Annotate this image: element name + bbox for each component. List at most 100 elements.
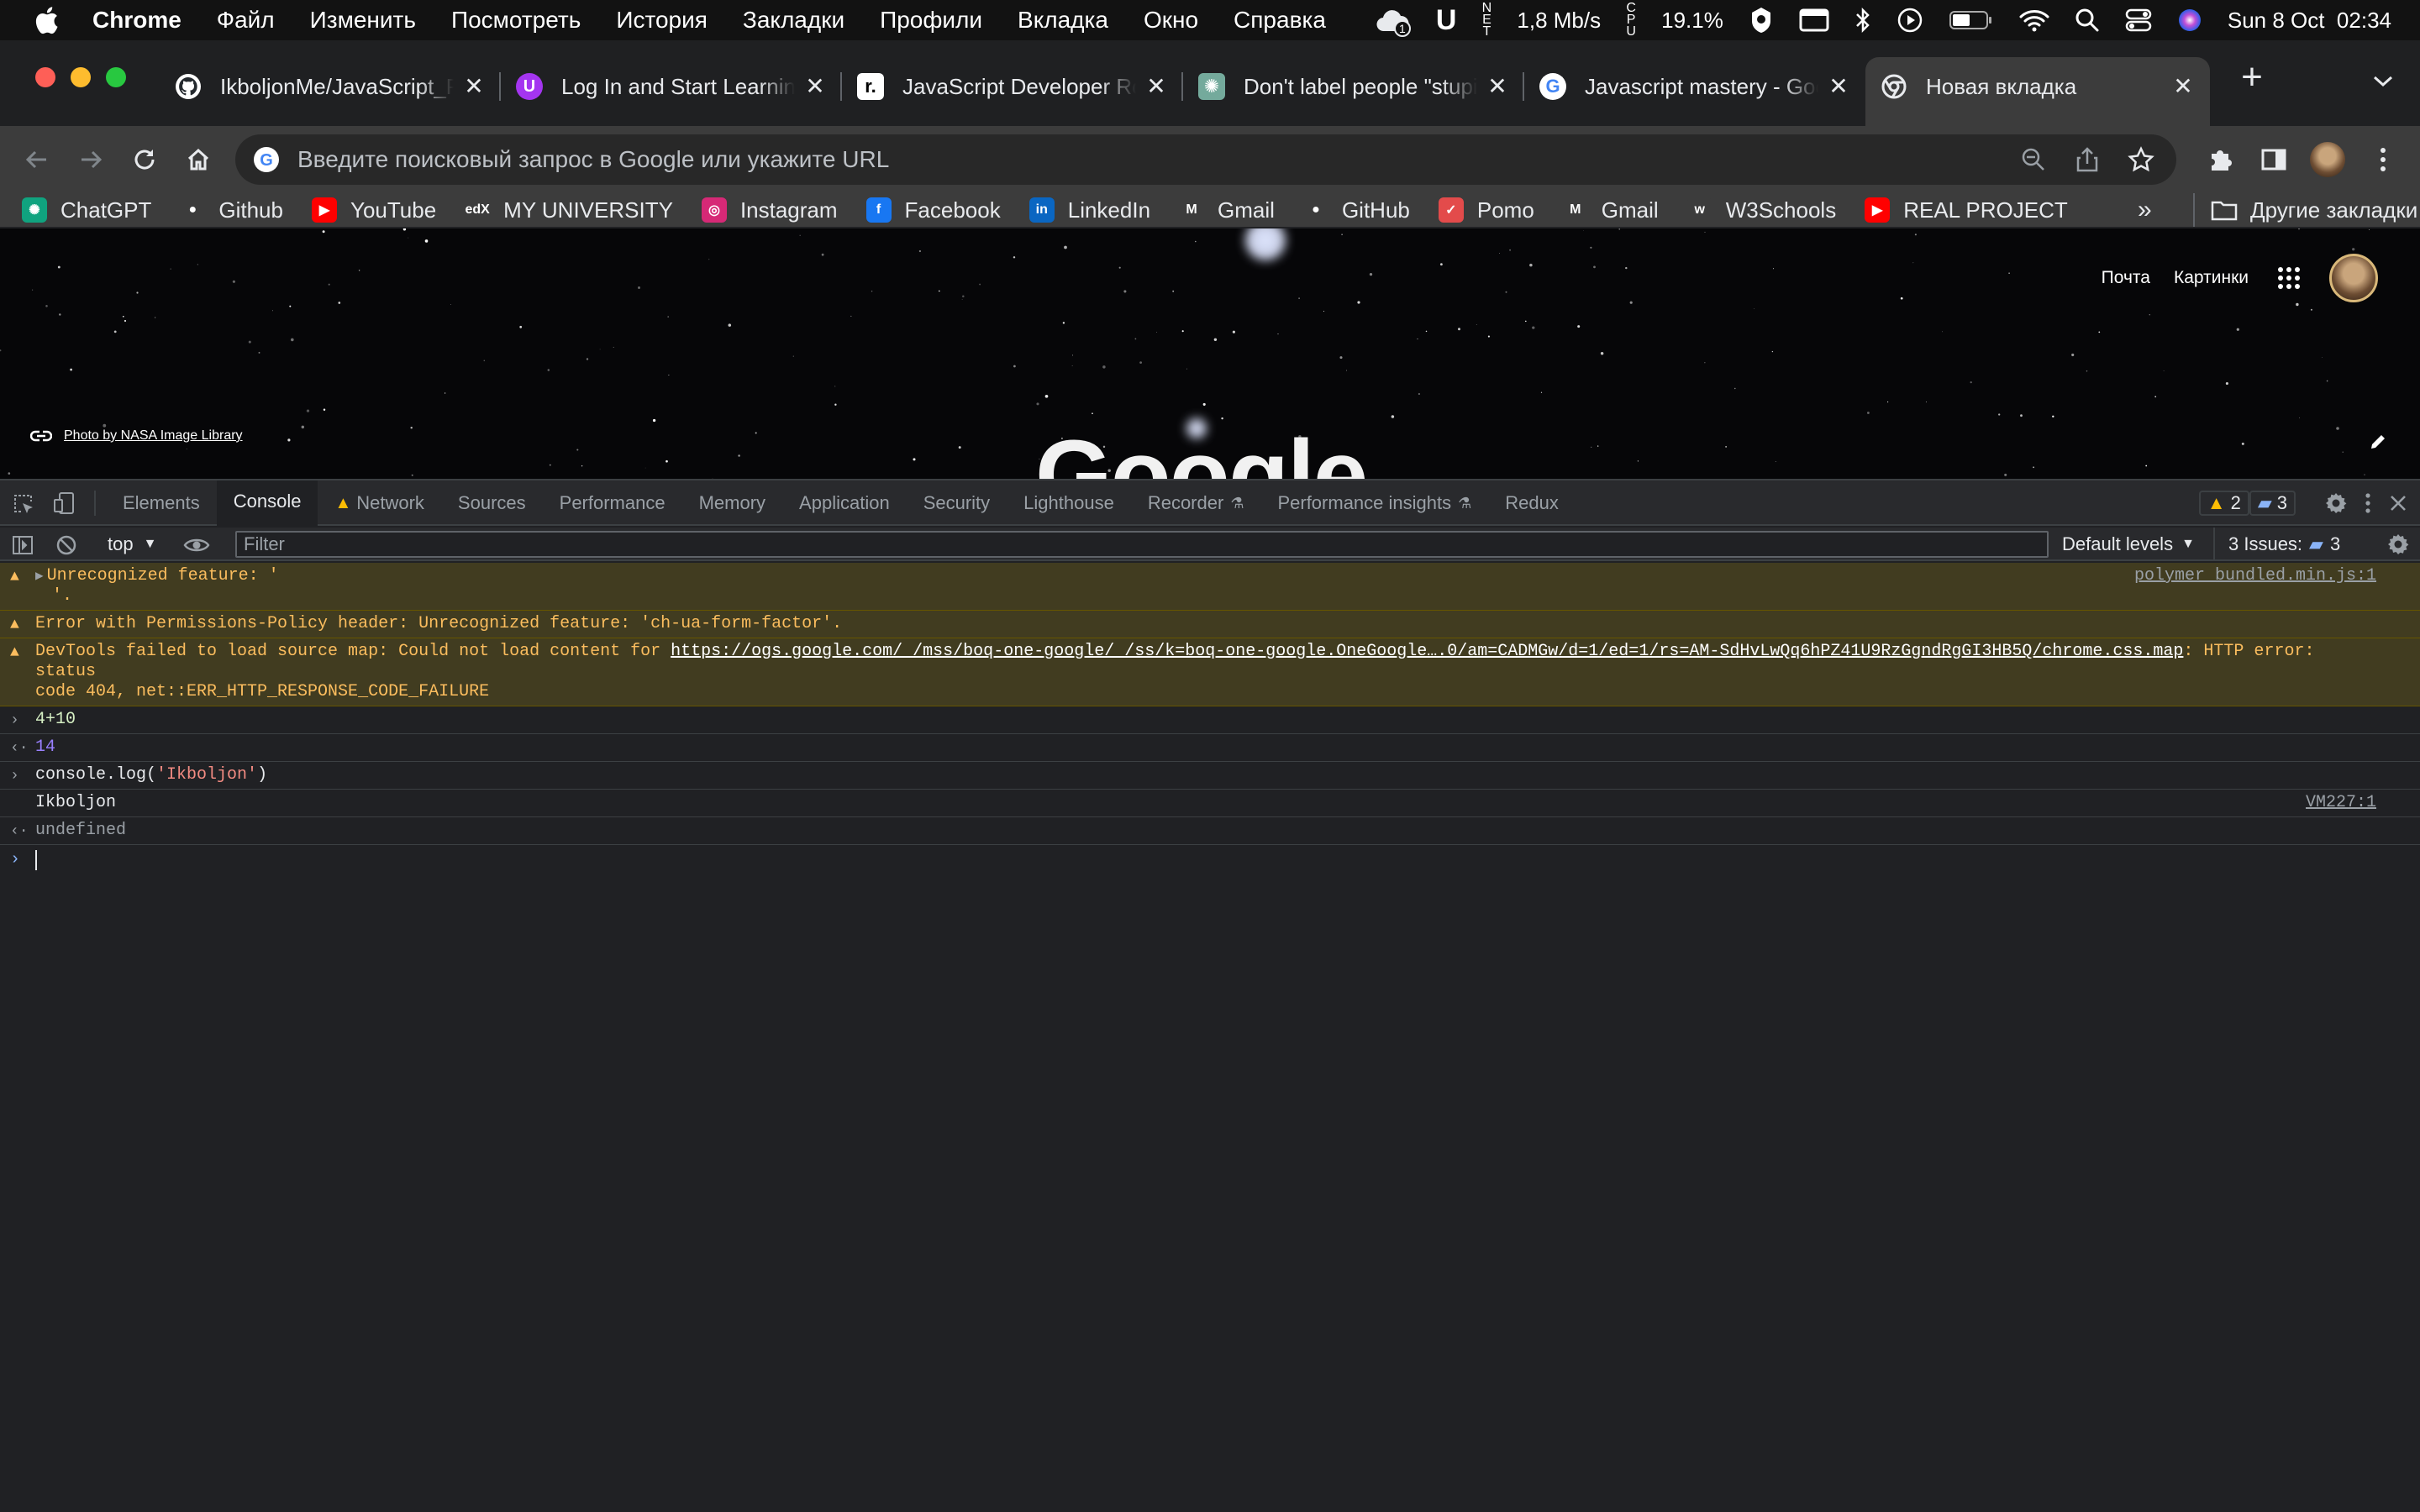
notification-cloud-icon[interactable]: 1 [1374, 3, 1411, 37]
expand-arrow-icon[interactable]: ▶ [35, 569, 44, 584]
udemy-icon[interactable]: U [1436, 4, 1457, 37]
devtools-tab-security[interactable]: Security [907, 480, 1007, 526]
tab-google-search[interactable]: G Javascript mastery - Goo ✕ [1524, 57, 1865, 116]
devtools-tab-console[interactable]: Console [216, 480, 318, 526]
omnibox[interactable]: G [235, 134, 2176, 185]
menu-help[interactable]: Справка [1234, 7, 1326, 34]
tab-new-tab[interactable]: Новая вкладка ✕ [1865, 57, 2210, 126]
live-expression-eye-icon[interactable] [183, 534, 210, 556]
bookmark-item[interactable]: edX MY UNIVERSITY [465, 197, 673, 223]
menu-window[interactable]: Окно [1144, 7, 1198, 34]
bookmark-item[interactable]: ✓ Pomo [1438, 197, 1534, 223]
control-center-icon[interactable] [2125, 8, 2152, 33]
console-sidebar-icon[interactable] [12, 534, 34, 556]
log-levels-dropdown[interactable]: Default levels ▼ [2062, 528, 2195, 561]
console-filter-input[interactable] [244, 533, 2047, 555]
gmail-link[interactable]: Почта [2102, 268, 2150, 288]
device-toolbar-icon[interactable] [52, 491, 77, 516]
share-icon[interactable] [2069, 141, 2106, 178]
battery-icon[interactable] [1949, 9, 1994, 31]
devtools-tab-redux[interactable]: Redux [1488, 480, 1576, 526]
chrome-menu-icon[interactable] [2365, 141, 2402, 178]
menu-view[interactable]: Посмотреть [451, 7, 581, 34]
menu-tab[interactable]: Вкладка [1018, 7, 1108, 34]
play-circle-icon[interactable] [1897, 7, 1923, 34]
close-tab-icon[interactable]: ✕ [462, 75, 486, 98]
devtools-tab-application[interactable]: Application [782, 480, 907, 526]
close-tab-icon[interactable]: ✕ [1144, 75, 1168, 98]
messages-badge[interactable]: ▰ 3 [2249, 491, 2296, 516]
devtools-tab-performance-insights[interactable]: Performance insights ⚗ [1260, 480, 1488, 526]
close-window-button[interactable] [35, 67, 55, 87]
bluetooth-icon[interactable] [1854, 7, 1871, 34]
devtools-tab-recorder[interactable]: Recorder ⚗ [1131, 480, 1261, 526]
back-arrow-icon[interactable] [18, 141, 55, 178]
devtools-tab-lighthouse[interactable]: Lighthouse [1007, 480, 1131, 526]
customize-pencil-icon[interactable] [2366, 430, 2390, 454]
zoom-out-icon[interactable] [2015, 141, 2052, 178]
address-input[interactable] [297, 146, 2015, 173]
tab-github[interactable]: IkboljonMe/JavaScript_P ✕ [160, 57, 501, 116]
menu-profiles[interactable]: Профили [880, 7, 982, 34]
siri-icon[interactable] [2177, 8, 2202, 33]
bookmark-item[interactable]: ▶ REAL PROJECT [1865, 197, 2068, 223]
google-account-avatar[interactable] [2329, 254, 2378, 302]
zoom-window-button[interactable] [106, 67, 126, 87]
bookmark-item[interactable]: M Gmail [1562, 197, 1659, 223]
close-tab-icon[interactable]: ✕ [803, 75, 827, 98]
apple-icon[interactable] [32, 3, 60, 37]
context-selector[interactable]: top ▼ [108, 528, 156, 561]
console-filter[interactable] [235, 531, 2049, 558]
tab-chatgpt[interactable]: ✺ Don't label people "stupi ✕ [1183, 57, 1524, 116]
devtools-more-icon[interactable] [2365, 492, 2371, 514]
menu-file[interactable]: Файл [217, 7, 275, 34]
inspect-element-icon[interactable] [12, 492, 35, 516]
devtools-tab-sources[interactable]: Sources [441, 480, 543, 526]
extensions-puzzle-icon[interactable] [2202, 141, 2238, 178]
source-link[interactable]: polymer_bundled.min.js:1 [2134, 566, 2376, 586]
menubar-app-icon[interactable] [1799, 8, 1829, 32]
reload-icon[interactable] [126, 141, 163, 178]
clock[interactable]: Sun 8 Oct 02:34 [2228, 8, 2391, 34]
close-devtools-icon[interactable] [2388, 493, 2408, 513]
tab-search-chevron-icon[interactable] [2368, 66, 2398, 96]
vpn-icon[interactable] [1749, 6, 1774, 34]
close-tab-icon[interactable]: ✕ [1827, 75, 1850, 98]
devtools-tab-memory[interactable]: Memory [682, 480, 782, 526]
bookmark-item[interactable]: w W3Schools [1686, 197, 1836, 223]
other-bookmarks-folder[interactable]: Другие закладки [2193, 193, 2417, 227]
images-link[interactable]: Картинки [2174, 268, 2249, 288]
clear-console-icon[interactable] [55, 534, 77, 556]
menu-bookmarks[interactable]: Закладки [743, 7, 844, 34]
bookmark-item[interactable]: ✺ ChatGPT [22, 197, 151, 223]
bookmark-item[interactable]: M Gmail [1179, 197, 1275, 223]
tab-roadmap[interactable]: r. JavaScript Developer Ro ✕ [842, 57, 1183, 116]
bookmark-item[interactable]: ▶ YouTube [311, 197, 436, 223]
menu-history[interactable]: История [616, 7, 708, 34]
devtools-tab-network[interactable]: ▲ Network [318, 480, 440, 526]
bookmark-item[interactable]: ● Github [180, 197, 283, 223]
bookmark-item[interactable]: ● GitHub [1302, 197, 1410, 223]
console-prompt[interactable]: › [0, 845, 2420, 875]
bookmark-star-icon[interactable] [2123, 141, 2160, 178]
source-map-link[interactable]: https://ogs.google.com/_/mss/boq-one-goo… [671, 642, 2183, 661]
bookmark-item[interactable]: ◎ Instagram [701, 197, 838, 223]
bookmark-item[interactable]: f Facebook [865, 197, 1001, 223]
minimize-window-button[interactable] [71, 67, 91, 87]
apps-grid-icon[interactable] [2272, 261, 2306, 295]
photo-credit-link[interactable]: Photo by NASA Image Library [30, 428, 243, 444]
bookmark-item[interactable]: in LinkedIn [1028, 197, 1150, 223]
tab-udemy[interactable]: U Log In and Start Learning ✕ [501, 57, 842, 116]
issues-button[interactable]: 3 Issues: ▰ 3 [2213, 528, 2340, 561]
devtools-tab-performance[interactable]: Performance [543, 480, 682, 526]
side-panel-icon[interactable] [2255, 141, 2292, 178]
profile-avatar[interactable] [2309, 141, 2346, 178]
devtools-tab-elements[interactable]: Elements [106, 480, 217, 526]
new-tab-button[interactable]: + [2235, 59, 2269, 96]
source-link[interactable]: VM227:1 [2306, 793, 2376, 813]
home-icon[interactable] [180, 141, 217, 178]
bookmarks-overflow-chevron-icon[interactable]: » [2138, 193, 2152, 227]
warnings-badge[interactable]: ▲ 2 [2198, 491, 2249, 516]
console-settings-gear-icon[interactable] [2386, 533, 2410, 556]
menu-app-name[interactable]: Chrome [92, 7, 182, 34]
